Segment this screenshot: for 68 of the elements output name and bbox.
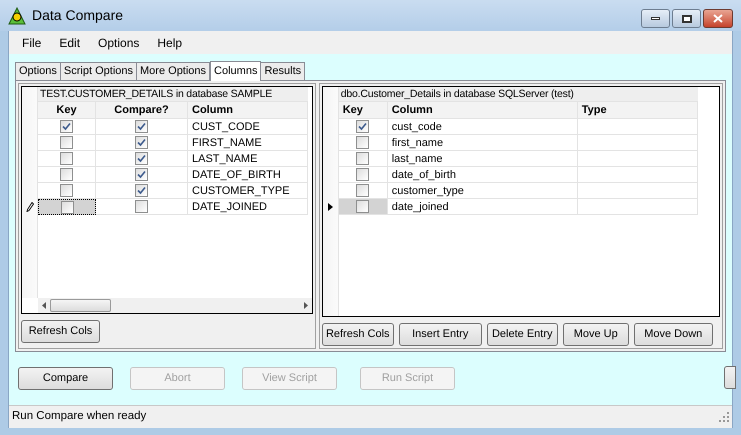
table-cell: customer_type [388,183,578,199]
push-button[interactable]: Refresh Cols [322,323,394,346]
menu-item[interactable]: Edit [52,34,88,52]
status-text: Run Compare when ready [12,409,146,424]
checkbox[interactable] [135,168,148,181]
checkbox[interactable] [135,120,148,133]
table-cell: FIRST_NAME [188,135,308,151]
push-button[interactable]: Insert Entry [398,323,482,346]
menu-item[interactable]: Options [91,34,146,52]
checkbox[interactable] [356,184,370,197]
scrollbar-thumb[interactable] [50,299,111,312]
checkbox[interactable] [60,184,73,197]
table-cell: first_name [388,135,578,151]
pencil-icon [26,202,34,212]
push-button[interactable]: Move Up [562,323,629,346]
checkbox[interactable] [356,168,370,181]
table-cell: last_name [388,151,578,167]
push-button[interactable]: Move Down [634,323,713,346]
tab[interactable]: Columns [210,61,262,81]
column-header[interactable]: Type [578,102,698,118]
tab[interactable]: Results [260,62,306,80]
push-button[interactable]: Refresh Cols [21,320,100,343]
tab[interactable]: Options [15,62,61,80]
checkbox[interactable] [60,152,73,165]
window-title: Data Compare [32,6,124,25]
table-cell[interactable] [38,199,96,215]
maximize-button[interactable] [672,9,701,28]
table-cell: DATE_JOINED [188,199,308,215]
close-icon [713,14,723,23]
column-header[interactable]: Key [38,102,96,118]
table-cell: cust_code [388,119,578,135]
column-header[interactable]: Key [338,102,388,118]
checkbox[interactable] [356,200,370,213]
table-cell: LAST_NAME [188,151,308,167]
checkbox[interactable] [135,200,148,213]
table-cell: CUST_CODE [188,119,308,135]
grid-title: TEST.CUSTOMER_DETAILS in database SAMPLE [38,87,308,102]
checkbox[interactable] [135,136,148,149]
table-cell: DATE_OF_BIRTH [188,167,308,183]
horizontal-scrollbar[interactable] [38,298,312,313]
column-header[interactable]: Column [388,102,578,118]
checkbox[interactable] [60,200,74,214]
table-cell: date_joined [388,199,578,215]
checkbox[interactable] [60,168,73,181]
checkbox[interactable] [60,120,73,133]
checkbox[interactable] [356,136,370,149]
cut-off-button[interactable] [724,366,736,389]
close-button[interactable] [703,9,733,28]
push-button[interactable]: Delete Entry [486,323,558,346]
table-cell: CUSTOMER_TYPE [188,183,308,199]
checkbox[interactable] [356,120,370,133]
column-header[interactable]: Column [188,102,308,118]
grid-title: dbo.Customer_Details in database SQLServer (test) [338,87,698,102]
checkbox[interactable] [356,152,370,165]
app-logo-icon [8,6,26,24]
checkbox[interactable] [135,152,148,165]
checkbox[interactable] [135,184,148,197]
tab[interactable]: More Options [136,62,210,80]
row-pointer-icon [328,203,333,211]
resize-grip-icon[interactable] [719,412,729,422]
minimize-button[interactable] [641,9,670,28]
table-cell: date_of_birth [388,167,578,183]
push-button[interactable]: Compare [18,366,113,390]
menu-item[interactable]: Help [150,34,190,52]
column-header[interactable]: Compare? [96,102,188,118]
tab[interactable]: Script Options [60,62,138,80]
menu-item[interactable]: File [15,34,48,52]
checkbox[interactable] [60,136,73,149]
